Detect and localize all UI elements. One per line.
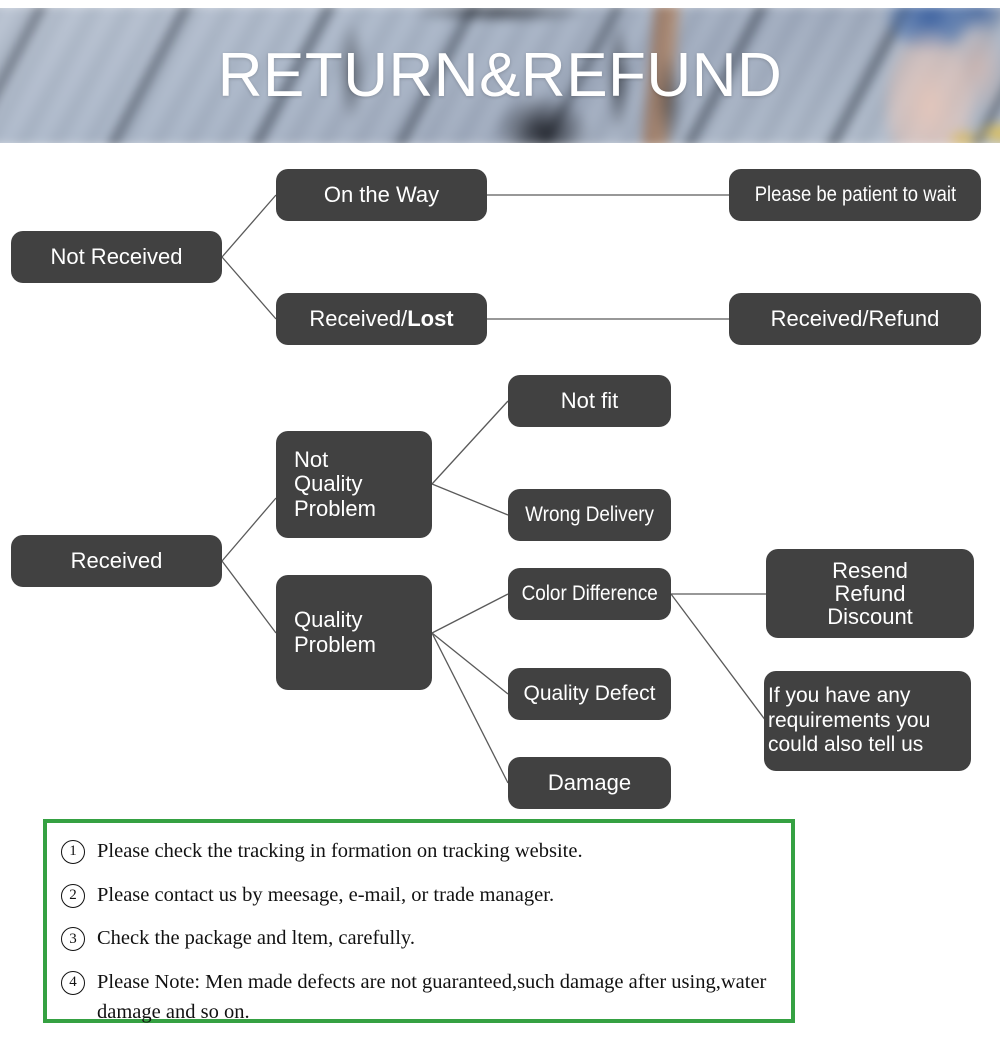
connector-notquality-wrongdelivery (431, 483, 509, 516)
node-quality-problem-label: Quality Problem (294, 606, 376, 657)
connector-notreceived-ontheway (221, 194, 277, 258)
node-on-the-way[interactable]: On the Way (276, 169, 487, 221)
node-received-lost-label: Received/Lost (309, 305, 454, 332)
node-quality-problem[interactable]: Quality Problem (276, 575, 432, 690)
page-title: RETURN&REFUND (217, 41, 783, 110)
notes-box: 1 Please check the tracking in formation… (43, 819, 795, 1023)
return-refund-flowchart: Not Received On the Way Received/Lost Pl… (0, 143, 1000, 843)
note-item: 3 Check the package and ltem, carefully. (61, 924, 781, 954)
node-damage[interactable]: Damage (508, 757, 671, 809)
node-wrong-delivery[interactable]: Wrong Delivery (508, 489, 671, 541)
note-number: 4 (61, 971, 85, 996)
connector-quality-damage (431, 632, 509, 784)
note-text: Please check the tracking in formation o… (97, 840, 583, 862)
node-received-label: Received (70, 547, 163, 573)
node-received-refund[interactable]: Received/Refund (729, 293, 981, 345)
node-damage-label: Damage (547, 769, 632, 795)
node-color-difference-label: Color Difference (521, 582, 658, 606)
note-item: 1 Please check the tracking in formation… (61, 837, 781, 867)
node-resend-refund-discount-label: Resend Refund Discount (827, 557, 913, 630)
connector-quality-qualitydefect (431, 632, 509, 695)
node-received-lost-label-plain: Received/ (309, 305, 408, 331)
note-item: 4 Please Note: Men made defects are not … (61, 968, 781, 1027)
node-on-the-way-label: On the Way (323, 181, 440, 207)
note-number: 3 (61, 927, 85, 952)
connector-colordiff-requirements (670, 593, 767, 722)
note-text: Check the package and ltem, carefully. (97, 927, 415, 950)
node-please-be-patient[interactable]: Please be patient to wait (729, 169, 981, 221)
node-color-difference[interactable]: Color Difference (508, 568, 671, 620)
connector-notreceived-receivedlost (221, 256, 277, 320)
notes-list: 1 Please check the tracking in formation… (47, 823, 791, 1028)
node-please-be-patient-label: Please be patient to wait (754, 183, 956, 207)
node-not-received-label: Not Received (50, 243, 183, 269)
node-not-quality-problem[interactable]: Not Quality Problem (276, 431, 432, 538)
node-resend-refund-discount[interactable]: Resend Refund Discount (766, 549, 974, 638)
note-text: Please Note: Men made defects are not gu… (97, 971, 767, 1023)
connector-received-notqualityproblem (221, 497, 277, 562)
header-banner: RETURN&REFUND (0, 8, 1000, 143)
note-text: Please contact us by meesage, e-mail, or… (97, 883, 555, 906)
connector-received-qualityproblem (221, 560, 277, 634)
node-received-lost-label-bold: Lost (407, 305, 454, 331)
note-number: 2 (61, 883, 85, 908)
connector-notquality-notfit (431, 400, 509, 485)
node-requirements-label: If you have any requirements you could a… (768, 684, 931, 757)
note-number: 1 (61, 840, 85, 864)
node-not-fit[interactable]: Not fit (508, 375, 671, 427)
node-requirements[interactable]: If you have any requirements you could a… (764, 671, 971, 771)
connector-quality-colordifference (431, 593, 509, 634)
note-item: 2 Please contact us by meesage, e-mail, … (61, 881, 781, 911)
node-not-received[interactable]: Not Received (11, 231, 222, 283)
node-received-refund-label: Received/Refund (770, 305, 940, 331)
node-quality-defect[interactable]: Quality Defect (508, 668, 671, 720)
node-not-fit-label: Not fit (560, 387, 619, 413)
node-not-quality-problem-label: Not Quality Problem (294, 446, 376, 521)
node-received-lost[interactable]: Received/Lost (276, 293, 487, 345)
node-quality-defect-label: Quality Defect (523, 682, 656, 706)
node-received[interactable]: Received (11, 535, 222, 587)
node-wrong-delivery-label: Wrong Delivery (525, 503, 654, 527)
